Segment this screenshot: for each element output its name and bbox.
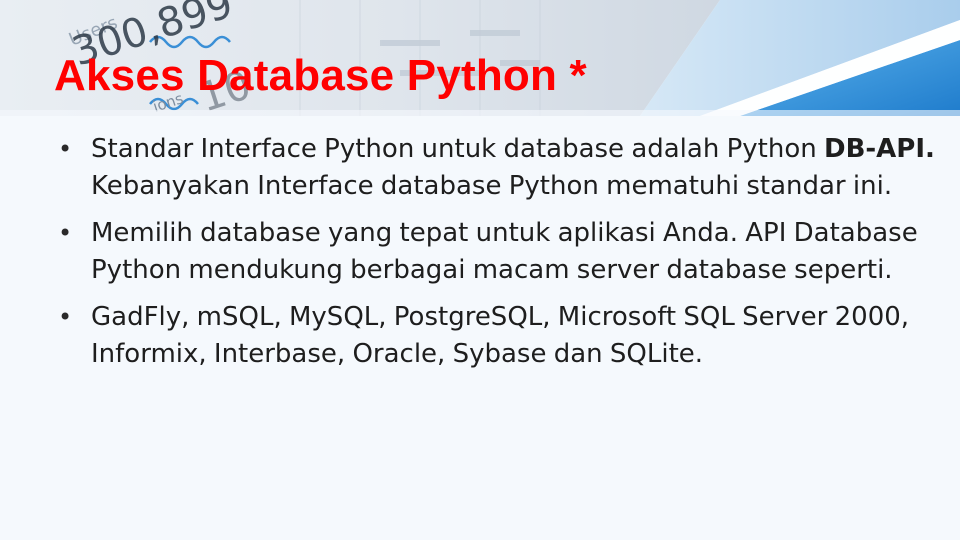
bullet-text: GadFly, mSQL, MySQL, PostgreSQL, Microso… xyxy=(91,302,910,369)
bullet-dot: • xyxy=(58,303,73,331)
bullet-list: • Standar Interface Python untuk database… xyxy=(58,131,938,383)
bullet-dot: • xyxy=(58,135,73,163)
slide-title: Akses Database Python * xyxy=(54,51,587,100)
bullet-item: • Memilih database yang tepat untuk aplik… xyxy=(58,215,938,289)
bullet-item: • Standar Interface Python untuk database… xyxy=(58,131,938,205)
bullet-item: • GadFly, mSQL, MySQL, PostgreSQL, Micros… xyxy=(58,299,938,373)
bullet-text: Memilih database yang tepat untuk aplika… xyxy=(91,218,918,285)
slide: Users 300,899 ions 10 Akses Database Pyt… xyxy=(0,0,960,540)
bullet-text: Kebanyakan Interface database Python mem… xyxy=(91,171,893,201)
bullet-bold-text: DB-API. xyxy=(823,134,935,164)
bullet-text: Standar Interface Python untuk database … xyxy=(91,134,824,164)
bullet-dot: • xyxy=(58,219,73,247)
